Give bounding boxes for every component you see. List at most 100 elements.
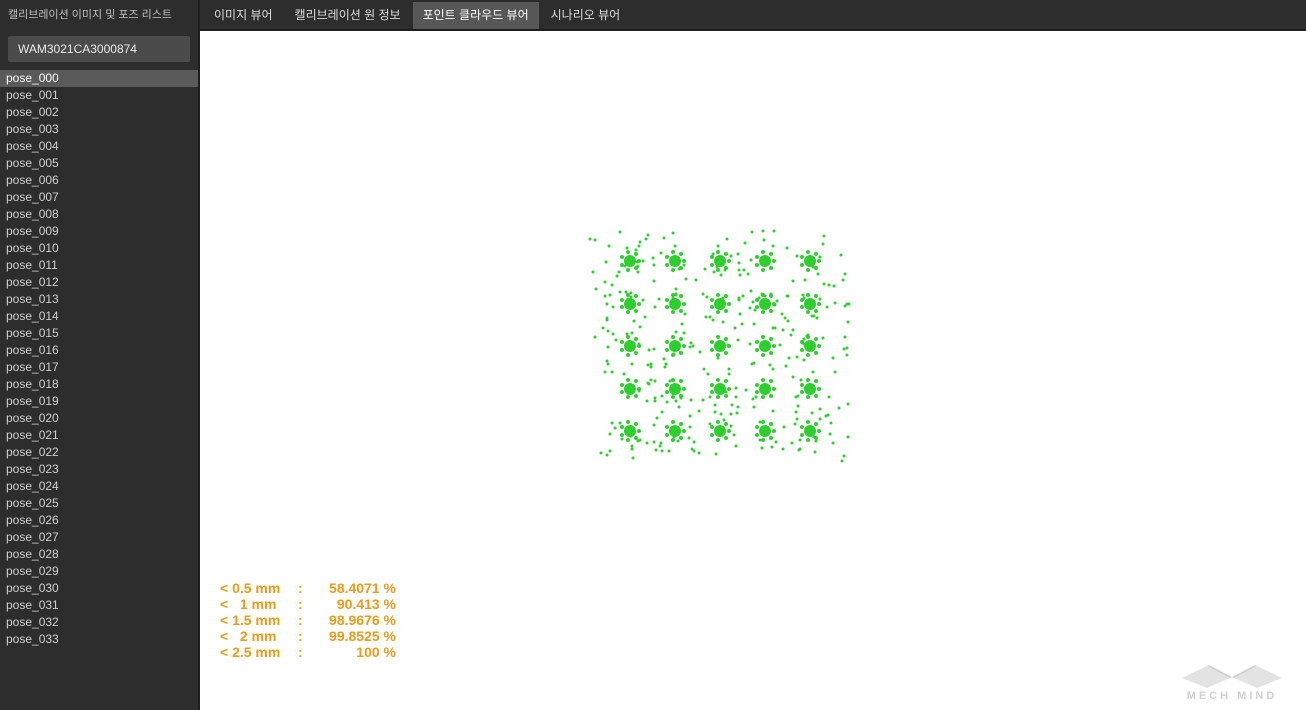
pointcloud-dot (671, 378, 675, 382)
tab[interactable]: 이미지 뷰어 (204, 2, 283, 29)
pose-item[interactable]: pose_000 (0, 70, 198, 87)
pose-item[interactable]: pose_025 (0, 495, 198, 512)
pointcloud-dot (715, 452, 718, 455)
pointcloud-dot (811, 412, 814, 415)
pointcloud-dot (771, 409, 774, 412)
error-distribution-stats: < 0.5 mm : 58.4071 %< 1 mm : 90.413 %< 1… (220, 580, 396, 660)
pose-item[interactable]: pose_027 (0, 529, 198, 546)
pose-item[interactable]: pose_006 (0, 172, 198, 189)
pointcloud-dot (647, 349, 650, 352)
pose-item[interactable]: pose_009 (0, 223, 198, 240)
pose-item[interactable]: pose_033 (0, 631, 198, 648)
device-id-chip[interactable]: WAM3021CA3000874 (8, 36, 190, 62)
stats-value: 99.8525 % (310, 628, 396, 644)
pointcloud-dot (673, 244, 676, 247)
pointcloud-dot (735, 412, 738, 415)
pointcloud-dot (841, 459, 844, 462)
pointcloud-dot (839, 253, 842, 256)
pose-item[interactable]: pose_007 (0, 189, 198, 206)
pointcloud-dot (620, 305, 624, 309)
pointcloud-dot (634, 252, 638, 256)
pointcloud-dot (771, 244, 774, 247)
pointcloud-dot (828, 284, 831, 287)
pointcloud-dot (825, 306, 828, 309)
pointcloud-dot (710, 390, 714, 394)
pose-item[interactable]: pose_008 (0, 206, 198, 223)
pointcloud-dot (716, 310, 720, 314)
pointcloud-dot (659, 252, 662, 255)
pose-item[interactable]: pose_013 (0, 291, 198, 308)
pose-item[interactable]: pose_011 (0, 257, 198, 274)
pointcloud-dot (655, 449, 658, 452)
pose-item[interactable]: pose_026 (0, 512, 198, 529)
pointcloud-dot (725, 391, 728, 394)
pointcloud-dot (706, 373, 709, 376)
pointcloud-dot (665, 383, 669, 387)
pose-item[interactable]: pose_010 (0, 240, 198, 257)
tab[interactable]: 포인트 클라우드 뷰어 (413, 2, 539, 29)
stats-row: < 2 mm : 99.8525 % (220, 628, 396, 644)
pointcloud-dot (800, 433, 804, 437)
pointcloud-dot (647, 381, 650, 384)
pose-item[interactable]: pose_021 (0, 427, 198, 444)
pose-item[interactable]: pose_002 (0, 104, 198, 121)
pose-item[interactable]: pose_020 (0, 410, 198, 427)
pointcloud-dot (679, 422, 683, 426)
pointcloud-dot (609, 433, 612, 436)
pointcloud-dot (624, 265, 627, 268)
pointcloud-dot (803, 343, 806, 346)
pose-item[interactable]: pose_012 (0, 274, 198, 291)
pointcloud-dot (653, 306, 656, 309)
pose-item[interactable]: pose_024 (0, 478, 198, 495)
pose-item[interactable]: pose_003 (0, 121, 198, 138)
pointcloud-dot (650, 366, 653, 369)
pointcloud-dot (716, 420, 720, 424)
pose-item[interactable]: pose_028 (0, 546, 198, 563)
pointcloud-dot (638, 343, 641, 346)
pointcloud-dot (634, 337, 638, 341)
pose-item[interactable]: pose_018 (0, 376, 198, 393)
pointcloud-dot (672, 232, 675, 235)
pose-item[interactable]: pose_031 (0, 597, 198, 614)
pose-item[interactable]: pose_023 (0, 461, 198, 478)
pointcloud-dot (634, 379, 638, 383)
pose-item[interactable]: pose_032 (0, 614, 198, 631)
pose-item[interactable]: pose_030 (0, 580, 198, 597)
pointcloud-dot (652, 441, 655, 444)
pointcloud-dot (817, 344, 821, 348)
pointcloud-dot (724, 351, 728, 355)
pointcloud-dot (724, 268, 727, 271)
pointcloud-dot (733, 326, 736, 329)
pose-item[interactable]: pose_016 (0, 342, 198, 359)
pose-item[interactable]: pose_015 (0, 325, 198, 342)
pose-item[interactable]: pose_022 (0, 444, 198, 461)
pointcloud-dot (843, 272, 846, 275)
pointcloud-dot (814, 309, 818, 313)
tab[interactable]: 시나리오 뷰어 (541, 2, 631, 29)
stats-label: < 2 mm (220, 628, 298, 644)
pointcloud-dot (753, 405, 756, 408)
pose-item[interactable]: pose_005 (0, 155, 198, 172)
pose-item[interactable]: pose_014 (0, 308, 198, 325)
pointcloud-viewer[interactable]: < 0.5 mm : 58.4071 %< 1 mm : 90.413 %< 1… (200, 31, 1306, 710)
pose-item[interactable]: pose_029 (0, 563, 198, 580)
pointcloud-dot (769, 394, 773, 398)
pointcloud-dot (806, 438, 810, 442)
pointcloud-dot (761, 385, 764, 388)
pose-item[interactable]: pose_001 (0, 87, 198, 104)
pose-item[interactable]: pose_004 (0, 138, 198, 155)
pose-item[interactable]: pose_019 (0, 393, 198, 410)
pose-list[interactable]: pose_000pose_001pose_002pose_003pose_004… (0, 70, 198, 710)
pointcloud-dot (671, 310, 675, 314)
pointcloud-dot (847, 403, 850, 406)
pointcloud-dot (811, 266, 814, 269)
pointcloud-dot (716, 356, 719, 359)
pointcloud-dot (615, 338, 618, 341)
pointcloud-dot (620, 383, 624, 387)
pointcloud-dot (804, 386, 807, 389)
pose-item[interactable]: pose_017 (0, 359, 198, 376)
pointcloud-dot (601, 326, 604, 329)
pointcloud-dot (637, 390, 640, 393)
tab[interactable]: 캘리브레이션 원 정보 (285, 2, 411, 29)
pointcloud-dot (660, 450, 663, 453)
